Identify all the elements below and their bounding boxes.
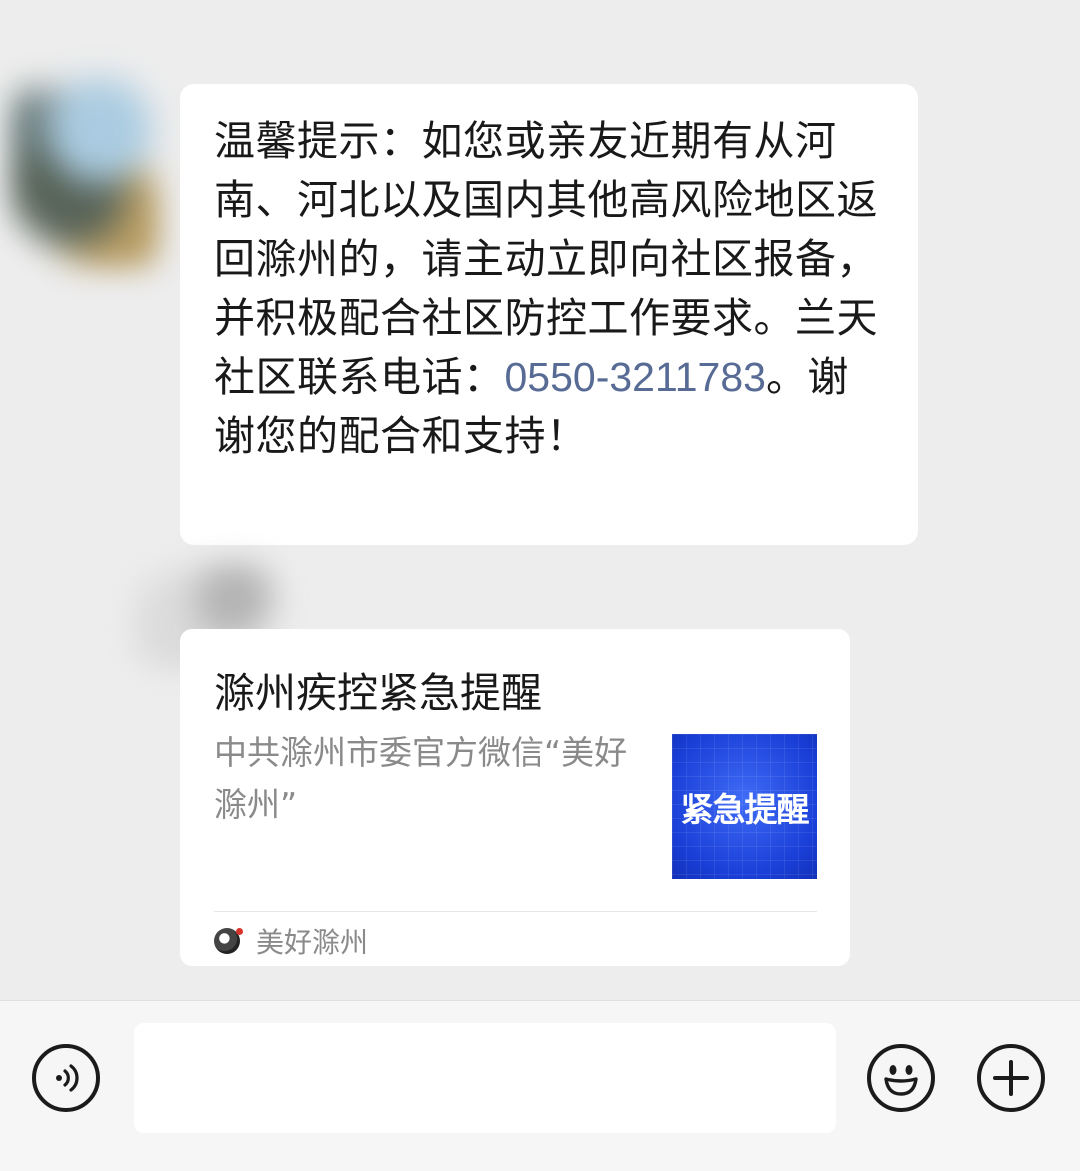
more-button[interactable] bbox=[977, 1044, 1045, 1112]
card-title: 滁州疾控紧急提醒 bbox=[214, 669, 542, 717]
card-source-name: 美好滁州 bbox=[256, 926, 369, 959]
card-source: 美好滁州 bbox=[214, 921, 368, 961]
sender-avatar[interactable] bbox=[10, 70, 160, 270]
card-thumbnail-text: 紧急提醒 bbox=[680, 789, 810, 829]
plus-icon bbox=[993, 1060, 1029, 1096]
link-card-message[interactable]: 滁州疾控紧急提醒 中共滁州市委官方微信“美好滁州” 紧急提醒 美好滁州 bbox=[180, 629, 850, 966]
card-thumbnail: 紧急提醒 bbox=[672, 734, 817, 879]
sender-name-blurred bbox=[185, 35, 192, 60]
voice-button[interactable] bbox=[32, 1044, 100, 1112]
message-text: 温馨提示：如您或亲友近期有从河南、河北以及国内其他高风险地区返回滁州的，请主动立… bbox=[214, 112, 884, 466]
card-description: 中共滁州市委官方微信“美好滁州” bbox=[214, 733, 628, 824]
text-message-bubble[interactable]: 温馨提示：如您或亲友近期有从河南、河北以及国内其他高风险地区返回滁州的，请主动立… bbox=[180, 84, 918, 545]
input-bar bbox=[0, 1000, 1080, 1171]
voice-icon bbox=[56, 1064, 79, 1092]
emoji-button[interactable] bbox=[867, 1044, 935, 1112]
card-divider bbox=[214, 911, 817, 912]
message-input[interactable] bbox=[134, 1023, 836, 1133]
sender-name-blurred bbox=[245, 582, 252, 607]
phone-number-link[interactable]: 0550-3211783 bbox=[505, 354, 766, 400]
chat-area: 温馨提示：如您或亲友近期有从河南、河北以及国内其他高风险地区返回滁州的，请主动立… bbox=[0, 0, 1080, 1000]
official-account-icon bbox=[214, 928, 243, 954]
emoji-icon bbox=[884, 1065, 918, 1096]
